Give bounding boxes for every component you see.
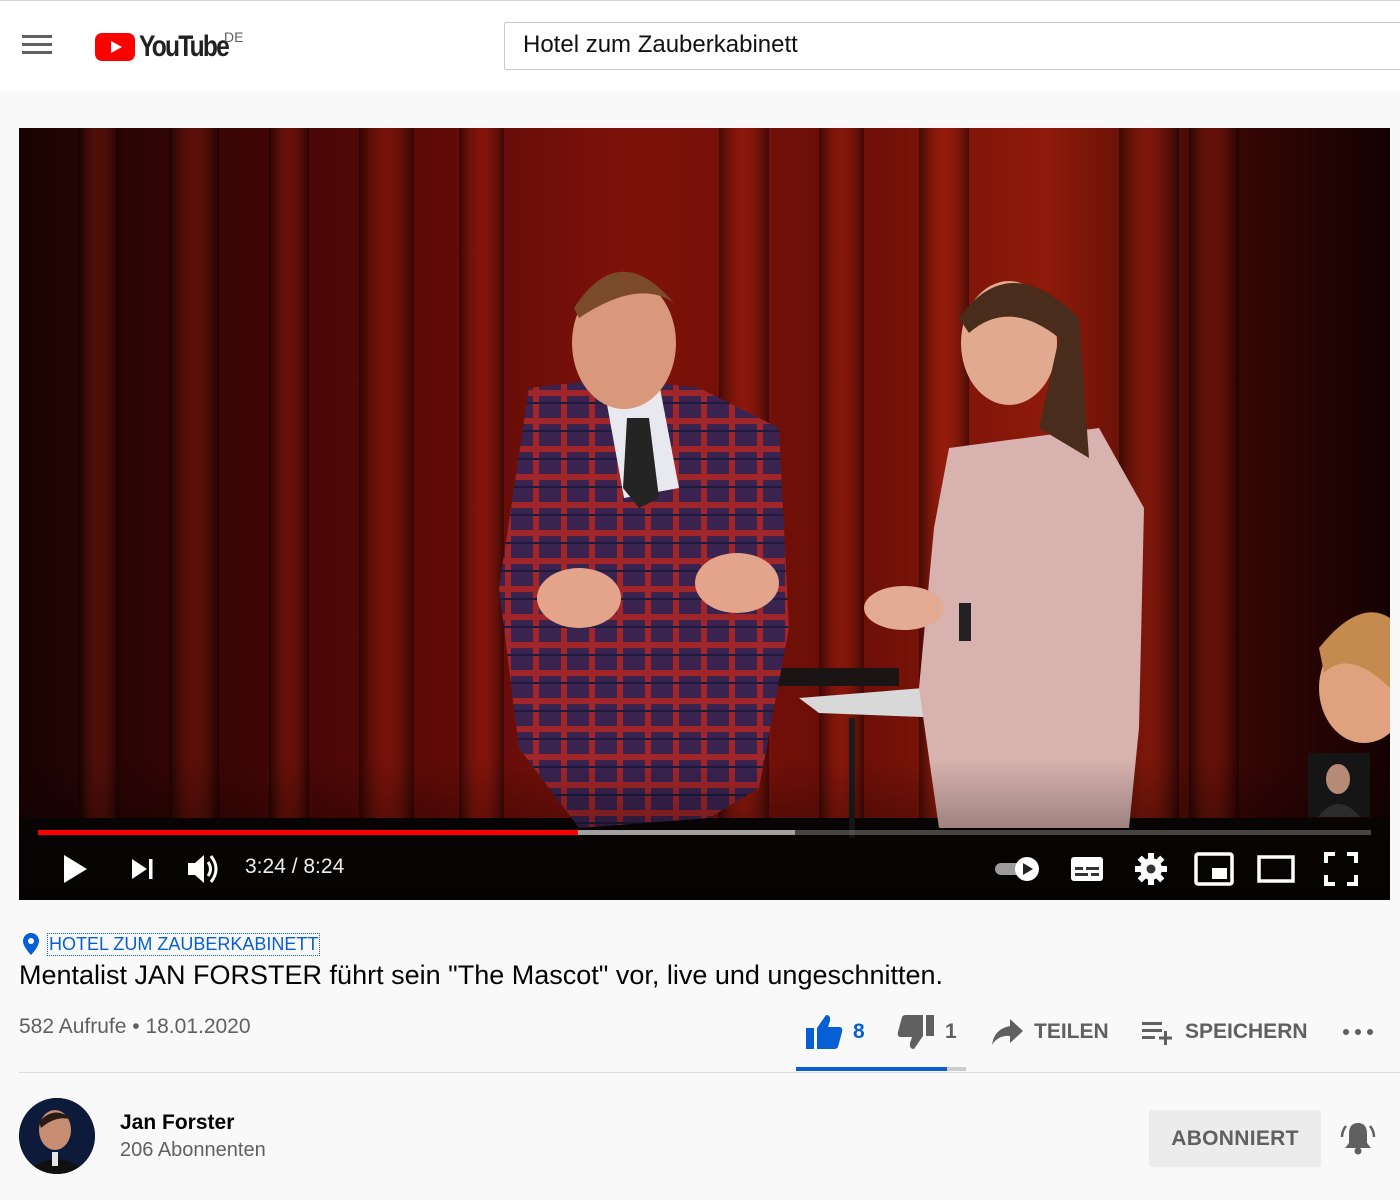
fullscreen-icon[interactable] — [1324, 852, 1358, 886]
watermark-portrait-icon — [1308, 753, 1370, 817]
autoplay-toggle-icon[interactable] — [994, 855, 1042, 883]
search-input[interactable] — [505, 23, 1383, 67]
miniplayer-icon[interactable] — [1194, 852, 1234, 886]
progress-bar[interactable] — [38, 830, 1371, 835]
avatar[interactable] — [19, 1098, 95, 1174]
menu-icon[interactable] — [22, 35, 54, 59]
youtube-logo-icon — [95, 33, 135, 61]
subtitles-icon[interactable] — [1070, 855, 1104, 883]
thumb-down-icon — [897, 1015, 934, 1049]
more-icon[interactable] — [1342, 1024, 1374, 1040]
share-button[interactable]: TEILEN — [990, 1010, 1109, 1054]
bell-icon[interactable] — [1340, 1120, 1376, 1156]
logo-wordmark: YouTube — [139, 30, 230, 63]
masthead: YouTube DE — [0, 0, 1400, 91]
view-count-date: 582 Aufrufe • 18.01.2020 — [19, 1015, 251, 1038]
play-icon[interactable] — [62, 854, 88, 884]
share-label: TEILEN — [1034, 1020, 1109, 1043]
channel-watermark[interactable] — [1308, 753, 1370, 817]
video-player[interactable]: 3:24 / 8:24 — [19, 128, 1390, 900]
country-code: DE — [224, 29, 244, 45]
next-icon[interactable] — [130, 857, 154, 881]
avatar-portrait-icon — [19, 1098, 95, 1174]
like-button[interactable]: 8 — [805, 1010, 865, 1054]
video-title: Mentalist JAN FORSTER führt sein "The Ma… — [19, 960, 944, 990]
time-display: 3:24 / 8:24 — [245, 855, 345, 878]
sentiment-like-fill — [796, 1067, 948, 1071]
volume-icon[interactable] — [185, 851, 221, 887]
save-label: SPEICHERN — [1185, 1020, 1308, 1043]
channel-name[interactable]: Jan Forster — [120, 1111, 234, 1135]
settings-icon[interactable] — [1134, 852, 1168, 886]
save-button[interactable]: SPEICHERN — [1141, 1010, 1308, 1054]
dislike-count: 1 — [945, 1020, 957, 1043]
location-label[interactable]: HOTEL ZUM ZAUBERKABINETT — [46, 932, 321, 956]
dislike-button[interactable]: 1 — [897, 1010, 957, 1054]
playlist-add-icon — [1142, 1022, 1172, 1045]
share-icon — [992, 1019, 1023, 1045]
search-box — [504, 22, 1400, 70]
location-pin-icon — [23, 933, 39, 955]
subscriber-count: 206 Abonnenten — [120, 1139, 266, 1161]
like-count: 8 — [853, 1020, 865, 1043]
progress-played — [38, 830, 578, 835]
thumb-up-icon — [806, 1015, 843, 1049]
divider — [19, 1072, 1400, 1073]
sentiment-bar — [796, 1067, 966, 1071]
theater-icon[interactable] — [1257, 854, 1295, 884]
subscribe-button[interactable]: ABONNIERT — [1149, 1110, 1321, 1167]
location-link[interactable]: HOTEL ZUM ZAUBERKABINETT — [22, 932, 321, 956]
